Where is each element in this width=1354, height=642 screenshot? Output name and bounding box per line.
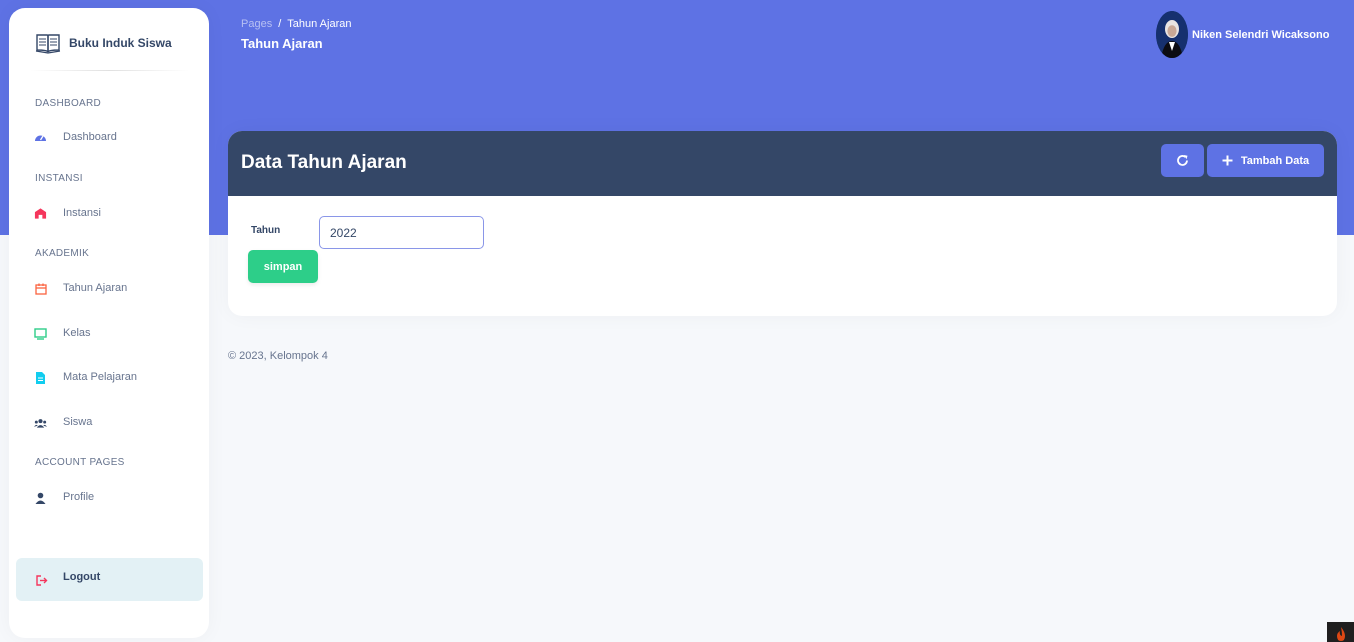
breadcrumb-separator: / xyxy=(278,18,282,30)
sidebar-item-profile[interactable]: Profile xyxy=(23,480,195,514)
debug-toolbar-button[interactable] xyxy=(1327,622,1354,642)
logout-button[interactable]: Logout xyxy=(16,558,203,601)
section-title-dashboard: DASHBOARD xyxy=(35,98,102,109)
sidebar-item-dashboard[interactable]: Dashboard xyxy=(23,120,195,154)
data-card: Data Tahun Ajaran Tambah Data Tahun simp… xyxy=(228,131,1337,316)
user-icon xyxy=(34,491,47,504)
sidebar-divider xyxy=(29,70,189,71)
monitor-icon xyxy=(34,327,47,340)
section-title-akademik: AKADEMIK xyxy=(35,248,90,259)
save-label: simpan xyxy=(263,260,303,273)
breadcrumb-current: Tahun Ajaran xyxy=(287,18,352,30)
breadcrumb-parent[interactable]: Pages xyxy=(241,18,272,30)
save-button[interactable]: simpan xyxy=(248,250,318,283)
brand-name: Buku Induk Siswa xyxy=(69,36,172,50)
logout-icon xyxy=(35,574,48,587)
page-title: Tahun Ajaran xyxy=(241,36,323,51)
add-data-button[interactable]: Tambah Data xyxy=(1207,144,1324,177)
avatar xyxy=(1156,11,1188,58)
footer-copyright: © 2023, Kelompok 4 xyxy=(228,350,328,362)
sidebar-item-label: Dashboard xyxy=(63,131,117,143)
user-menu[interactable]: Niken Selendri Wicaksono xyxy=(1156,11,1329,58)
section-title-account-pages: ACCOUNT PAGES xyxy=(35,457,125,468)
sidebar-item-label: Profile xyxy=(63,491,95,503)
card-title: Data Tahun Ajaran xyxy=(241,152,407,173)
sidebar-item-label: Siswa xyxy=(63,416,93,428)
sidebar-item-label: Tahun Ajaran xyxy=(63,282,128,294)
calendar-icon xyxy=(34,282,47,295)
sidebar-item-kelas[interactable]: Kelas xyxy=(23,316,195,350)
add-data-label: Tambah Data xyxy=(1240,154,1310,167)
user-name: Niken Selendri Wicaksono xyxy=(1192,28,1330,41)
year-input[interactable] xyxy=(319,216,484,249)
sidebar-item-mata-pelajaran[interactable]: Mata Pelajaran xyxy=(23,360,195,394)
refresh-icon xyxy=(1177,155,1188,166)
sidebar: Buku Induk Siswa DASHBOARD Dashboard INS… xyxy=(9,8,209,638)
sidebar-item-siswa[interactable]: Siswa xyxy=(23,405,195,439)
sidebar-item-instansi[interactable]: Instansi xyxy=(23,196,195,230)
breadcrumb: Pages / Tahun Ajaran xyxy=(241,18,351,30)
book-icon xyxy=(35,34,61,54)
year-label: Tahun xyxy=(251,225,281,236)
sidebar-item-tahun-ajaran[interactable]: Tahun Ajaran xyxy=(23,271,195,305)
plus-icon xyxy=(1222,155,1233,166)
sidebar-item-label: Kelas xyxy=(63,327,91,339)
brand[interactable]: Buku Induk Siswa xyxy=(35,28,172,58)
sidebar-item-label: Instansi xyxy=(63,207,101,219)
building-icon xyxy=(34,207,47,220)
document-icon xyxy=(34,371,47,384)
card-header: Data Tahun Ajaran Tambah Data xyxy=(228,131,1337,196)
logout-label: Logout xyxy=(63,571,101,583)
users-icon xyxy=(34,416,47,429)
sidebar-item-label: Mata Pelajaran xyxy=(63,371,137,383)
refresh-button[interactable] xyxy=(1161,144,1204,177)
section-title-instansi: INSTANSI xyxy=(35,173,83,184)
flame-icon xyxy=(1336,627,1345,641)
speedometer-icon xyxy=(34,131,47,144)
